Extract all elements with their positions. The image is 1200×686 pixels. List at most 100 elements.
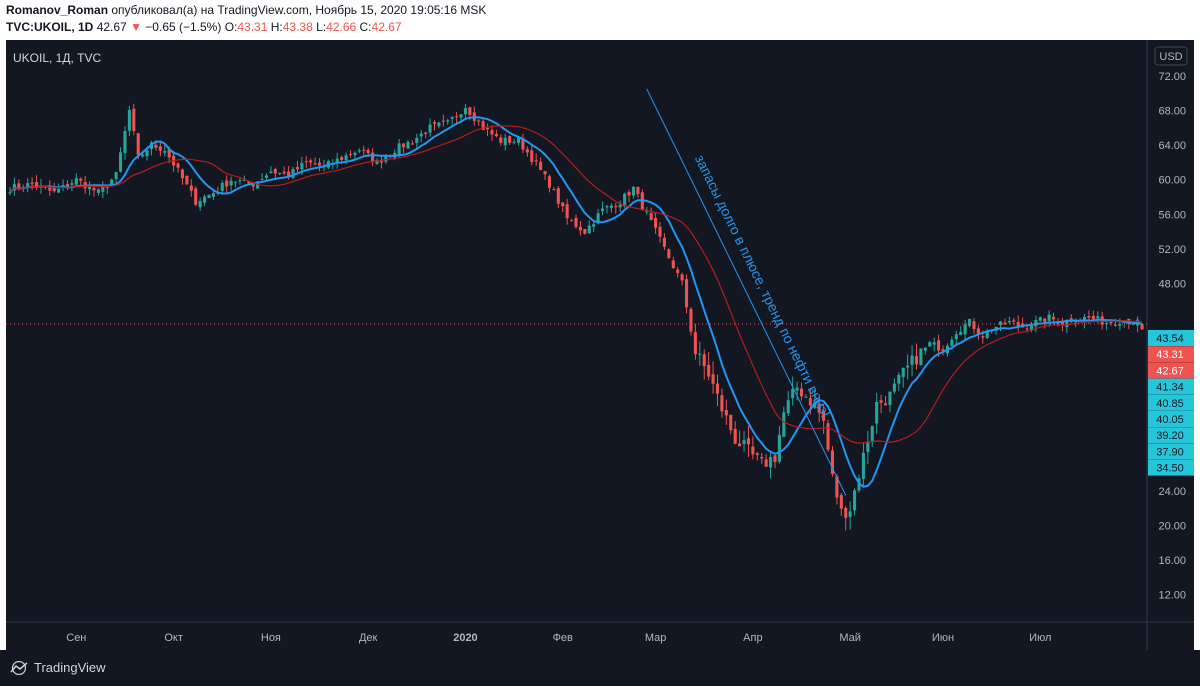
candle-body <box>799 388 804 397</box>
candle-body <box>901 367 905 378</box>
price-label-value: 40.85 <box>1156 398 1184 410</box>
candle-body <box>176 163 180 168</box>
candle-body <box>892 383 896 392</box>
price-chart[interactable]: UKOIL, 1Д, TVC USD 72.00 68.00 64.00 60.00 56.… <box>6 40 1194 650</box>
candle-body <box>848 511 852 517</box>
candle-body <box>769 456 773 468</box>
candle-body <box>777 434 781 462</box>
candle-body <box>937 340 941 351</box>
candle-body <box>132 108 136 132</box>
candle-body <box>746 438 750 445</box>
candle-body <box>419 133 423 137</box>
candle-body <box>724 409 728 416</box>
y-tick-label: 72.00 <box>1158 71 1186 83</box>
candle-body <box>685 279 689 308</box>
candle-body <box>552 189 556 191</box>
candle-body <box>547 176 552 188</box>
candle-body <box>119 152 123 172</box>
y-tick-label: 48.00 <box>1158 278 1186 290</box>
candle-body <box>963 324 967 335</box>
candle-body <box>189 185 193 191</box>
candle-body <box>897 374 901 384</box>
close-label: C: <box>359 20 372 34</box>
candle-body <box>207 194 211 198</box>
candle-body <box>662 237 666 247</box>
candle-body <box>415 137 419 143</box>
candle-body <box>888 391 892 406</box>
candle-body <box>707 364 711 377</box>
candle-body <box>410 143 414 145</box>
candle-body <box>950 339 954 346</box>
candle-body <box>366 150 370 153</box>
candle-body <box>379 160 383 163</box>
candle-body <box>344 155 348 161</box>
y-tick-label: 68.00 <box>1158 106 1186 118</box>
candle-body <box>968 318 972 326</box>
candle-body <box>631 186 636 196</box>
price-label-value: 42.67 <box>1156 365 1184 377</box>
candle-body <box>127 109 131 131</box>
candle-body <box>760 457 764 459</box>
footer-bar <box>0 650 1200 686</box>
candle-body <box>1109 321 1113 324</box>
close-value: 42.67 <box>371 20 402 34</box>
candle-body <box>503 137 507 146</box>
candle-body <box>295 166 299 170</box>
candle-body <box>680 274 684 281</box>
candle-body <box>981 336 985 338</box>
down-arrow-icon: ▼ <box>130 20 142 34</box>
candle-body <box>229 180 233 186</box>
x-tick-label: Июн <box>932 632 954 644</box>
x-tick-label: Июл <box>1029 632 1051 644</box>
candle-body <box>689 308 693 332</box>
price-label-value: 40.05 <box>1156 414 1184 426</box>
candle-body <box>313 163 317 165</box>
candle-body <box>676 269 680 274</box>
low-value: 42.66 <box>326 20 357 34</box>
currency-label: USD <box>1159 51 1182 63</box>
candle-body <box>211 193 215 197</box>
high-value: 43.38 <box>282 20 313 34</box>
candle-body <box>450 117 454 119</box>
candle-body <box>804 396 808 398</box>
candle-body <box>570 220 574 222</box>
candle-body <box>636 186 640 194</box>
candle-body <box>362 149 366 151</box>
brand-logo[interactable]: TradingView <box>8 660 106 675</box>
x-tick-label: Мар <box>645 632 667 644</box>
candle-body <box>556 188 560 204</box>
candle-body <box>490 130 494 135</box>
candle-body <box>198 200 202 208</box>
candle-body <box>428 124 432 133</box>
candle-body <box>145 150 149 157</box>
x-tick-label: 2020 <box>453 632 477 644</box>
candle-body <box>861 452 865 479</box>
candle-body <box>304 161 308 163</box>
candle-body <box>1140 323 1144 330</box>
candle-body <box>609 205 613 208</box>
candle-body <box>424 132 428 134</box>
candle-body <box>954 334 958 340</box>
chart-pane[interactable]: UKOIL, 1Д, TVC USD 72.00 68.00 64.00 60.00 56.… <box>6 40 1194 650</box>
x-tick-label: Апр <box>743 632 762 644</box>
candle-body <box>733 428 737 444</box>
candle-body <box>906 365 910 368</box>
price-label-value: 34.50 <box>1156 463 1184 475</box>
candle-body <box>972 321 976 330</box>
candle-body <box>693 332 697 355</box>
author-name: Romanov_Roman <box>6 3 109 17</box>
candle-body <box>658 226 662 237</box>
candle-body <box>729 414 733 431</box>
x-tick-label: Дек <box>359 632 378 644</box>
trend-line <box>646 88 847 496</box>
y-tick-label: 56.00 <box>1158 209 1186 221</box>
candle-body <box>402 143 406 148</box>
candle-body <box>233 181 238 183</box>
candle-body <box>30 182 34 184</box>
chart-symbol-label: UKOIL, 1Д, TVC <box>13 51 101 65</box>
price-label-value: 37.90 <box>1156 446 1184 458</box>
candle-body <box>600 208 605 212</box>
candle-body <box>1091 315 1095 320</box>
candle-body <box>141 154 145 157</box>
candle-body <box>512 141 516 143</box>
